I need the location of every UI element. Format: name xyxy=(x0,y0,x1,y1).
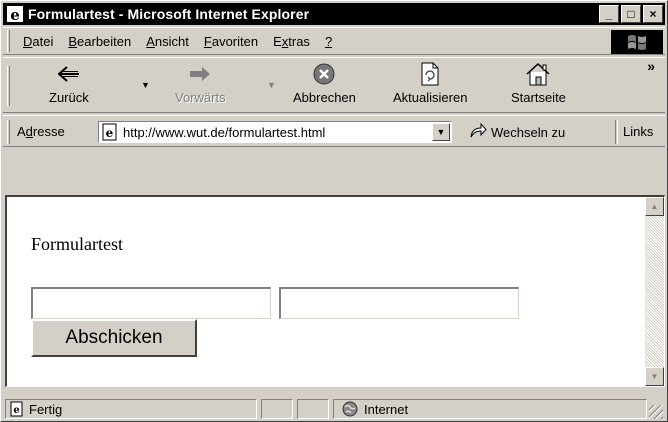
back-label: Zurück xyxy=(49,90,89,105)
scroll-up-icon[interactable]: ▲ xyxy=(645,197,664,216)
title-bar[interactable]: e Formulartest - Microsoft Internet Expl… xyxy=(3,3,665,25)
stop-button[interactable]: Abbrechen xyxy=(293,60,356,110)
standard-toolbar: Zurück ▼ Vorwärts ▼ Abbrechen Aktualisie… xyxy=(3,57,665,113)
go-button[interactable]: Wechseln zu xyxy=(469,121,565,143)
ie-page-icon: e xyxy=(102,123,117,141)
refresh-label: Aktualisieren xyxy=(393,90,468,105)
maximize-icon: □ xyxy=(627,7,635,21)
address-label: Adresse xyxy=(17,124,65,139)
submit-button[interactable]: Abschicken xyxy=(31,319,197,357)
resize-grip[interactable] xyxy=(649,405,663,419)
close-icon: × xyxy=(649,7,657,21)
back-arrow-icon xyxy=(57,60,80,88)
maximize-button[interactable]: □ xyxy=(621,5,641,23)
stop-icon xyxy=(312,60,336,88)
status-zone-cell: Internet xyxy=(333,399,647,419)
back-button[interactable]: Zurück xyxy=(49,60,89,110)
menu-datei[interactable]: Datei xyxy=(16,34,61,49)
menu-extras[interactable]: Extras xyxy=(266,34,318,49)
address-bar: Adresse e http://www.wut.de/formulartest… xyxy=(3,115,665,147)
svg-text:e: e xyxy=(10,6,20,23)
page-status-icon: e xyxy=(10,401,23,417)
addressbar-grip[interactable] xyxy=(7,120,10,144)
status-cell-secure xyxy=(297,399,329,419)
home-label: Startseite xyxy=(511,90,566,105)
close-button[interactable]: × xyxy=(643,5,663,23)
refresh-icon xyxy=(420,60,440,88)
links-button[interactable]: Links xyxy=(623,124,653,139)
window-title: Formulartest - Microsoft Internet Explor… xyxy=(28,6,310,22)
menu-bearbeiten[interactable]: Bearbeiten xyxy=(61,34,139,49)
go-label: Wechseln zu xyxy=(491,124,566,140)
menu-help[interactable]: ? xyxy=(318,34,340,49)
text-field-2[interactable] xyxy=(279,287,519,319)
minimize-icon: _ xyxy=(605,7,613,21)
page-viewport: Formulartest Abschicken ▲ ▼ xyxy=(5,195,665,387)
status-text: Fertig xyxy=(29,401,63,417)
refresh-button[interactable]: Aktualisieren xyxy=(393,60,467,110)
scroll-down-icon[interactable]: ▼ xyxy=(645,367,664,386)
toolbar-grip[interactable] xyxy=(7,66,10,106)
address-input[interactable]: e http://www.wut.de/formulartest.html ▼ xyxy=(98,121,452,143)
forward-label: Vorwärts xyxy=(175,90,226,105)
address-dropdown-icon[interactable]: ▼ xyxy=(432,123,450,141)
menu-favoriten[interactable]: Favoriten xyxy=(197,34,266,49)
status-text-cell: e Fertig xyxy=(5,399,257,419)
back-dropdown-icon[interactable]: ▼ xyxy=(141,80,150,90)
windows-logo-icon xyxy=(611,30,663,54)
vertical-scrollbar[interactable]: ▲ ▼ xyxy=(645,197,664,386)
status-cell-progress xyxy=(261,399,293,419)
ie-logo-icon: e xyxy=(7,6,23,23)
browser-window: e Formulartest - Microsoft Internet Expl… xyxy=(0,0,668,422)
globe-icon xyxy=(342,401,358,417)
stop-label: Abbrechen xyxy=(293,90,356,105)
forward-button[interactable]: Vorwärts xyxy=(175,60,226,110)
menu-bar: Datei Bearbeiten Ansicht Favoriten Extra… xyxy=(3,27,665,55)
forward-arrow-icon xyxy=(189,60,211,88)
menu-ansicht[interactable]: Ansicht xyxy=(139,34,197,49)
text-field-1[interactable] xyxy=(31,287,271,319)
home-button[interactable]: Startseite xyxy=(511,60,566,110)
status-zone: Internet xyxy=(364,401,409,417)
svg-text:e: e xyxy=(106,126,114,140)
go-arrow-icon xyxy=(469,122,487,142)
status-bar: e Fertig Internet xyxy=(3,397,665,421)
address-url: http://www.wut.de/formulartest.html xyxy=(123,124,326,140)
links-separator xyxy=(615,120,618,144)
forward-dropdown-icon[interactable]: ▼ xyxy=(267,80,276,90)
svg-text:e: e xyxy=(13,405,19,416)
menubar-grip[interactable] xyxy=(7,30,10,52)
page-heading: Formulartest xyxy=(31,234,123,254)
toolbar-more-icon[interactable]: » xyxy=(647,58,655,74)
minimize-button[interactable]: _ xyxy=(599,5,619,23)
home-icon xyxy=(525,60,551,88)
